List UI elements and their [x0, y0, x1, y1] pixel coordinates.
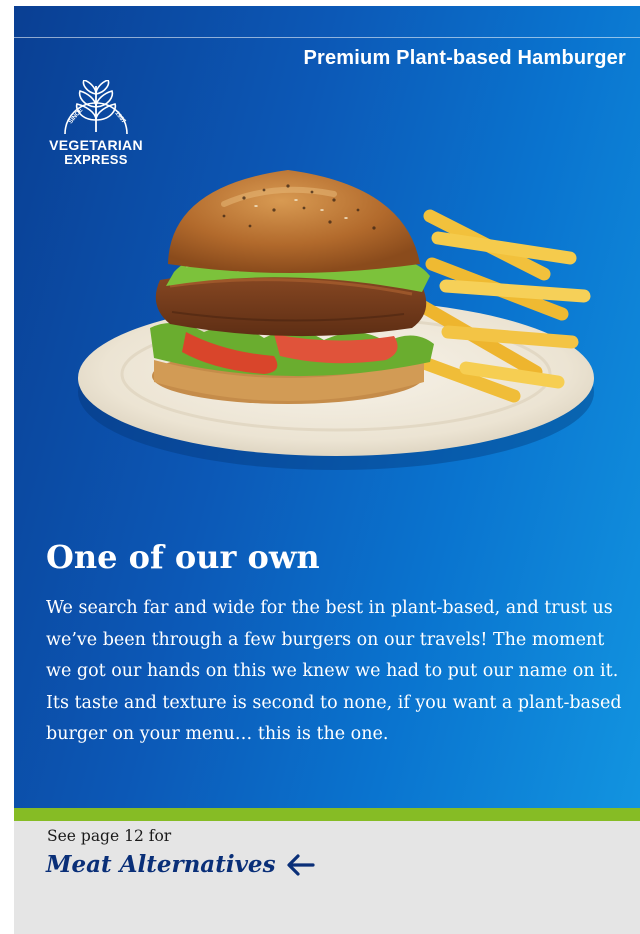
accent-stripe: [14, 808, 640, 821]
page-reference-text: See page 12 for: [47, 827, 172, 845]
product-kicker: Premium Plant-based Hamburger: [303, 47, 626, 69]
burger-with-fries-photo-icon: [78, 170, 594, 470]
meat-alternatives-link[interactable]: Meat Alternatives: [46, 851, 315, 878]
article-body: We search far and wide for the best in p…: [46, 598, 622, 745]
meat-alternatives-label: Meat Alternatives: [46, 851, 276, 878]
article-heading: One of our own: [46, 538, 320, 576]
page: Premium Plant-based Hamburger SINCE 1987…: [14, 6, 640, 934]
top-divider: [14, 37, 640, 38]
leaf-wreath-icon: SINCE 1987: [64, 80, 128, 135]
arrow-left-icon: [286, 853, 315, 876]
